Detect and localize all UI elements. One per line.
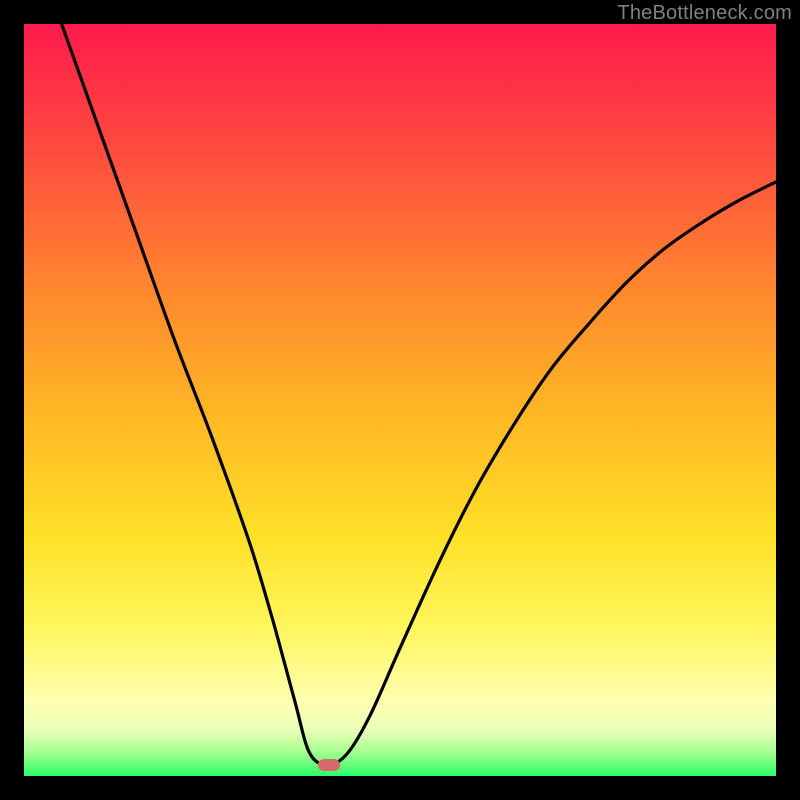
bottleneck-curve [24, 24, 776, 776]
watermark-text: TheBottleneck.com [617, 2, 792, 25]
plot-area [24, 24, 776, 776]
chart-frame: TheBottleneck.com [0, 0, 800, 800]
optimum-marker [318, 759, 340, 771]
